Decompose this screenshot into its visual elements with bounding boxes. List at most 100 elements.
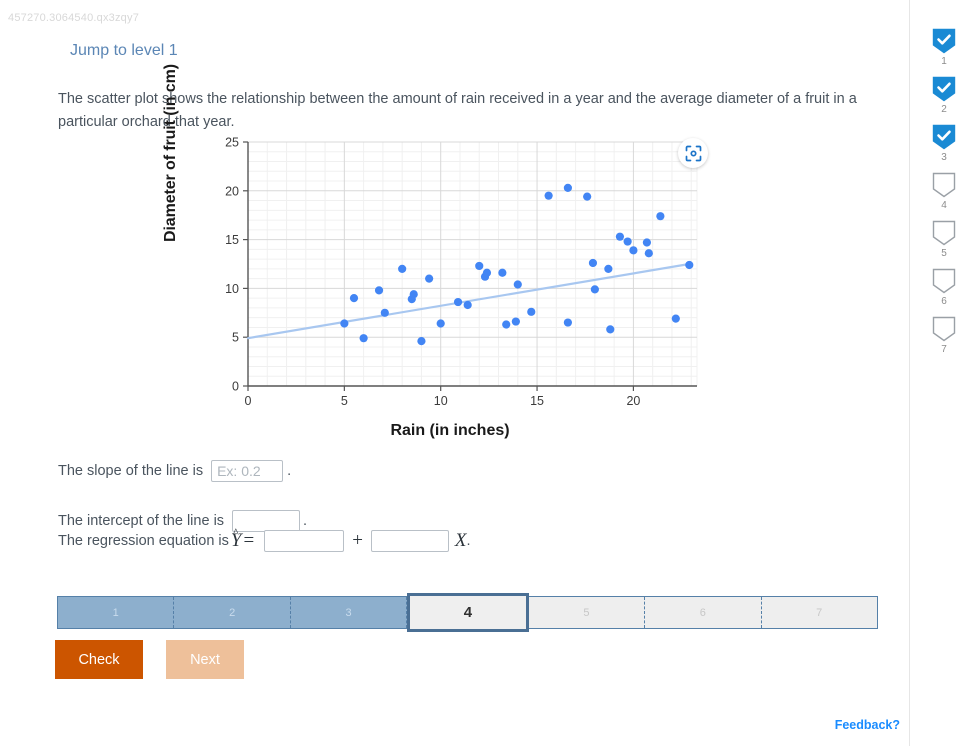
progress-segment-label: 2 <box>229 606 236 619</box>
data-point <box>588 258 598 268</box>
rail-item-1[interactable]: 1 <box>926 28 962 67</box>
shield-checked-icon <box>932 76 956 102</box>
progress-segment-label: 3 <box>345 606 352 619</box>
data-point <box>615 232 625 241</box>
data-point <box>527 307 536 316</box>
shield-empty-icon <box>932 172 956 198</box>
rail-item-label: 2 <box>941 104 947 115</box>
shield-empty-icon <box>932 268 956 294</box>
feedback-link[interactable]: Feedback? <box>835 718 900 732</box>
shield-empty-icon <box>932 220 956 246</box>
svg-text:5: 5 <box>341 394 348 408</box>
rail-item-6[interactable]: 6 <box>926 268 962 307</box>
equation-label: The regression equation is <box>58 533 229 549</box>
slope-input[interactable] <box>211 460 284 482</box>
question-prompt: The scatter plot shows the relationship … <box>58 91 857 130</box>
rail-item-5[interactable]: 5 <box>926 220 962 259</box>
progress-segment-3[interactable]: 3 <box>290 597 408 628</box>
rail-item-3[interactable]: 3 <box>926 124 962 163</box>
data-point <box>629 246 638 255</box>
progress-segment-7[interactable]: 7 <box>761 597 877 628</box>
data-point <box>511 317 520 326</box>
level-rail: 1 2 3 4 5 6 7 <box>909 0 978 746</box>
progress-segment-label: 4 <box>463 604 473 621</box>
progress-segment-4[interactable]: 4 <box>407 593 529 632</box>
progress-segment-2[interactable]: 2 <box>174 597 291 628</box>
svg-text:0: 0 <box>245 394 252 408</box>
intercept-period: . <box>303 513 308 529</box>
data-point <box>685 260 694 270</box>
progress-segment-5[interactable]: 5 <box>528 597 646 628</box>
check-button[interactable]: Check <box>55 640 143 679</box>
data-point <box>463 300 472 310</box>
data-point <box>482 268 492 277</box>
axis-ticks <box>243 141 635 391</box>
data-point <box>409 290 418 299</box>
data-points <box>340 183 694 346</box>
data-point <box>656 212 665 221</box>
next-button[interactable]: Next <box>166 640 244 679</box>
data-point <box>349 294 359 303</box>
x-axis-title: Rain (in inches) <box>390 422 510 439</box>
slope-period: . <box>287 463 292 479</box>
rail-item-label: 3 <box>941 152 947 163</box>
progress-segment-6[interactable]: 6 <box>645 597 762 628</box>
svg-text:10: 10 <box>225 282 239 296</box>
progress-segment-label: 6 <box>699 606 706 619</box>
data-point <box>475 261 484 271</box>
equation-period: . <box>466 533 471 549</box>
data-point <box>398 264 407 273</box>
progress-segment-label: 7 <box>816 606 823 619</box>
data-point <box>359 334 368 343</box>
shield-checked-icon <box>932 124 956 150</box>
grid-minor <box>248 142 698 386</box>
shield-checked-icon <box>932 28 956 54</box>
jump-to-level-link[interactable]: Jump to level 1 <box>70 42 178 60</box>
hat-accent: ^ <box>232 525 239 540</box>
data-point <box>453 297 463 307</box>
chart-canvas: 0 5 10 15 20 0 5 10 15 20 25 <box>225 136 698 409</box>
progress-segment-1[interactable]: 1 <box>58 597 175 628</box>
main-content: Jump to level 1 The scatter plot shows t… <box>0 0 900 746</box>
axis-lines <box>247 142 697 387</box>
data-point <box>544 191 553 200</box>
data-point <box>623 237 632 246</box>
intercept-label: The intercept of the line is <box>58 513 225 529</box>
rail-item-2[interactable]: 2 <box>926 76 962 115</box>
shield-empty-icon <box>932 316 956 342</box>
rail-item-7[interactable]: 7 <box>926 316 962 355</box>
data-point <box>563 318 572 327</box>
rail-item-4[interactable]: 4 <box>926 172 962 211</box>
svg-text:15: 15 <box>530 394 544 408</box>
svg-text:5: 5 <box>232 331 239 345</box>
slope-question-row: The slope of the line is . <box>58 460 291 482</box>
data-point <box>642 238 651 247</box>
data-point <box>436 319 445 328</box>
data-point <box>380 308 389 317</box>
equation-intercept-input[interactable] <box>264 530 345 552</box>
progress-segment-label: 1 <box>112 606 119 619</box>
focus-scan-icon[interactable] <box>678 138 708 168</box>
scatter-plot: Diameter of fruit (in cm) 0 5 10 15 20 0 5 10 15… <box>162 64 730 455</box>
rail-item-label: 6 <box>941 296 947 307</box>
equals-sign: = <box>243 530 255 551</box>
data-point <box>563 183 572 192</box>
equation-slope-input[interactable] <box>370 530 449 552</box>
progress-segment-label: 5 <box>583 606 590 619</box>
intercept-question-row: The intercept of the line is . <box>58 510 307 532</box>
plus-sign: + <box>352 530 363 551</box>
svg-text:20: 20 <box>626 394 640 408</box>
axis-tick-labels: 0 5 10 15 20 0 5 10 15 20 25 <box>225 136 640 409</box>
rail-item-label: 1 <box>941 56 947 67</box>
data-point <box>644 249 653 258</box>
data-point <box>425 274 434 283</box>
intercept-input[interactable] <box>232 510 301 532</box>
svg-text:15: 15 <box>225 233 239 247</box>
equation-question-row: The regression equation is ^ Y = + X . <box>58 525 471 552</box>
rail-item-label: 7 <box>941 344 947 355</box>
data-point <box>671 314 680 323</box>
grid-major <box>248 141 697 386</box>
data-point <box>606 325 615 334</box>
data-point <box>513 280 522 289</box>
svg-text:25: 25 <box>225 136 239 150</box>
